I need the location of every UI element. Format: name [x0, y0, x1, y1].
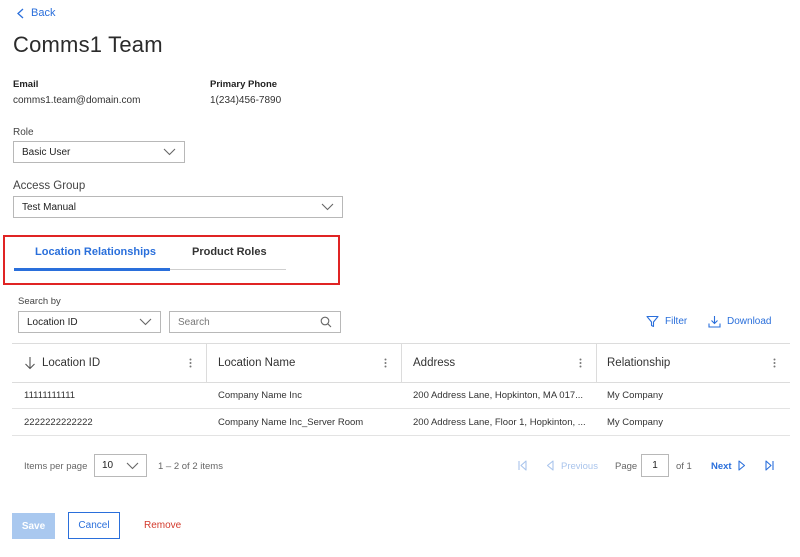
cell-location-id: 11111111111 — [24, 389, 76, 401]
cell-location-name: Company Name Inc_Server Room — [218, 416, 364, 428]
search-by-label: Search by — [18, 296, 61, 307]
column-header-address[interactable]: Address — [402, 344, 596, 382]
access-group-label: Access Group — [13, 180, 86, 192]
tab-product-roles[interactable]: Product Roles — [192, 246, 267, 258]
phone-value: 1(234)456-7890 — [210, 95, 282, 106]
next-page-icon[interactable] — [738, 460, 746, 471]
cancel-button[interactable]: Cancel — [68, 512, 120, 539]
page-label: Page — [615, 461, 638, 472]
tab-location-relationships[interactable]: Location Relationships — [35, 246, 156, 258]
items-per-page-label: Items per page — [24, 461, 88, 472]
tab-divider — [170, 269, 286, 270]
arrow-down-icon — [25, 357, 35, 370]
email-label: Email — [13, 79, 39, 90]
table-row[interactable]: 11111111111 Company Name Inc 200 Address… — [12, 382, 790, 409]
cell-location-name: Company Name Inc — [218, 389, 302, 401]
tabs-highlight-box — [3, 235, 340, 285]
cell-address: 200 Address Lane, Floor 1, Hopkinton, ..… — [413, 416, 586, 428]
table-row[interactable]: 2222222222222 Company Name Inc_Server Ro… — [12, 409, 790, 436]
chevron-left-icon — [17, 8, 24, 18]
back-label: Back — [31, 7, 56, 19]
column-header-location-id[interactable]: Location ID — [12, 344, 206, 382]
column-menu-icon[interactable] — [189, 358, 192, 368]
filter-icon — [646, 315, 659, 328]
next-page-button[interactable]: Next — [711, 461, 732, 472]
search-placeholder: Search — [178, 316, 210, 328]
previous-page-icon[interactable] — [546, 460, 554, 471]
cell-relationship: My Company — [607, 389, 663, 401]
column-header-label: Location Name — [218, 357, 296, 369]
search-field-select[interactable]: Location ID — [18, 311, 161, 333]
search-field-select-value: Location ID — [27, 316, 78, 328]
download-icon — [708, 316, 721, 328]
search-icon — [320, 316, 332, 328]
email-value: comms1.team@domain.com — [13, 95, 141, 106]
previous-page-button[interactable]: Previous — [561, 461, 598, 472]
search-input[interactable]: Search — [169, 311, 341, 333]
back-link[interactable]: Back — [16, 7, 55, 19]
role-select-value: Basic User — [22, 146, 71, 158]
page-count: of 1 — [676, 461, 692, 472]
chevron-down-icon — [139, 318, 152, 326]
page-title: Comms1 Team — [13, 32, 163, 57]
items-per-page-value: 10 — [102, 460, 114, 471]
role-select[interactable]: Basic User — [13, 141, 185, 163]
access-group-select-value: Test Manual — [22, 201, 76, 213]
download-label: Download — [727, 316, 772, 327]
cell-relationship: My Company — [607, 416, 663, 428]
role-label: Role — [13, 127, 34, 138]
filter-label: Filter — [665, 316, 688, 327]
save-button[interactable]: Save — [12, 513, 55, 539]
filter-button[interactable]: Filter — [646, 315, 687, 328]
phone-label: Primary Phone — [210, 79, 278, 90]
chevron-down-icon — [126, 462, 139, 469]
table-header: Location ID Location Name Address Relati… — [12, 343, 790, 383]
column-menu-icon[interactable] — [384, 358, 387, 368]
chevron-down-icon — [321, 203, 334, 211]
last-page-icon[interactable] — [765, 460, 774, 471]
remove-button[interactable]: Remove — [144, 520, 181, 531]
column-menu-icon[interactable] — [579, 358, 582, 368]
items-per-page-select[interactable]: 10 — [94, 454, 147, 477]
column-header-label: Address — [413, 357, 456, 369]
column-header-label: Location ID — [42, 357, 101, 369]
column-header-label: Relationship — [607, 357, 671, 369]
active-tab-indicator — [14, 268, 170, 271]
access-group-select[interactable]: Test Manual — [13, 196, 343, 218]
page-number-input[interactable]: 1 — [641, 454, 669, 477]
column-header-relationship[interactable]: Relationship — [597, 344, 790, 382]
pagination-range: 1 – 2 of 2 items — [158, 461, 223, 472]
cell-location-id: 2222222222222 — [24, 416, 93, 428]
first-page-icon[interactable] — [518, 460, 527, 471]
cell-address: 200 Address Lane, Hopkinton, MA 017... — [413, 389, 584, 401]
column-header-location-name[interactable]: Location Name — [207, 344, 401, 382]
download-button[interactable]: Download — [708, 315, 771, 328]
column-menu-icon[interactable] — [773, 358, 776, 368]
chevron-down-icon — [163, 148, 176, 156]
